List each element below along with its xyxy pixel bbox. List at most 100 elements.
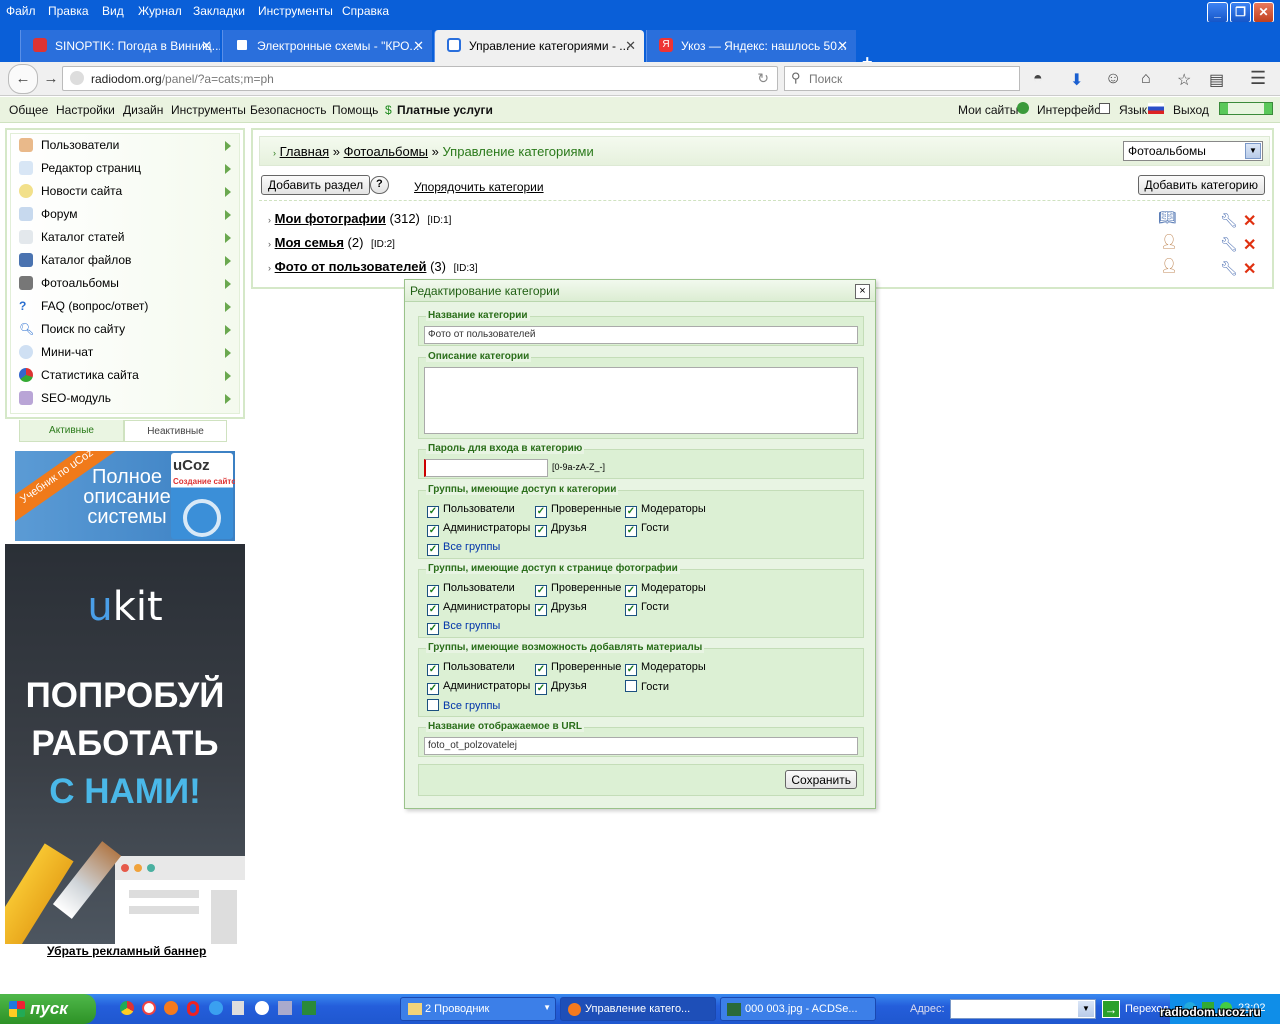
- panel-menu-tools[interactable]: Инструменты: [171, 103, 246, 117]
- menu-history[interactable]: Журнал: [138, 4, 182, 18]
- reload-icon[interactable]: ↻: [757, 70, 769, 87]
- close-tab-icon[interactable]: ✕: [201, 38, 212, 54]
- app-icon[interactable]: [278, 1001, 292, 1015]
- wrench-icon[interactable]: 🔧︎: [1220, 236, 1238, 253]
- panel-my-sites[interactable]: Мои сайты: [958, 103, 1018, 117]
- group-friends-checkbox[interactable]: ✓ Друзья: [535, 601, 587, 616]
- group-users-checkbox[interactable]: ✓ Пользователи: [427, 582, 515, 597]
- close-tab-icon[interactable]: ✕: [413, 38, 424, 54]
- close-tab-icon[interactable]: ✕: [625, 38, 636, 54]
- add-category-button[interactable]: Добавить категорию: [1137, 175, 1265, 195]
- task-acdsee[interactable]: 000 003.jpg - ACDSe...: [720, 997, 876, 1021]
- group-all-checkbox[interactable]: ✓ Все группы: [427, 541, 500, 556]
- category-name-input[interactable]: Фото от пользователей: [424, 326, 858, 344]
- tab-active-modules[interactable]: Активные: [19, 420, 124, 442]
- group-verified-checkbox[interactable]: ✓ Проверенные: [535, 503, 621, 518]
- group-guests-checkbox[interactable]: ✓ Гости: [625, 601, 669, 616]
- wrench-icon[interactable]: 🔧︎: [1220, 212, 1238, 229]
- user-access-icon[interactable]: 👤︎: [1160, 257, 1178, 274]
- back-button[interactable]: ←: [8, 64, 38, 94]
- panel-menu-help[interactable]: Помощь: [332, 103, 378, 117]
- start-button[interactable]: пуск: [0, 994, 96, 1024]
- book-icon[interactable]: 📖︎: [1158, 209, 1176, 226]
- tab-schemes[interactable]: Электронные схемы - "КРО... ✕: [222, 30, 432, 62]
- crumb-home-link[interactable]: Главная: [280, 144, 329, 159]
- menu-view[interactable]: Вид: [102, 4, 124, 18]
- media-player-icon[interactable]: [255, 1001, 269, 1015]
- group-all-checkbox[interactable]: Все группы: [427, 699, 500, 712]
- sidebar-item-news[interactable]: Новости сайта: [11, 180, 239, 203]
- group-friends-checkbox[interactable]: ✓ Друзья: [535, 522, 587, 537]
- forward-button[interactable]: →: [38, 67, 64, 93]
- panel-menu-general[interactable]: Общее: [9, 103, 48, 117]
- category-link[interactable]: Моя семья: [275, 235, 344, 250]
- tab-sinoptik[interactable]: SINOPTIK: Погода в Винниц... ✕: [20, 30, 220, 62]
- toggle-bar-icon[interactable]: [1219, 102, 1273, 115]
- close-tab-icon[interactable]: ✕: [837, 38, 848, 54]
- group-users-checkbox[interactable]: ✓ Пользователи: [427, 661, 515, 676]
- category-link[interactable]: Мои фотографии: [275, 211, 386, 226]
- group-moderators-checkbox[interactable]: ✓ Модераторы: [625, 503, 706, 518]
- delete-icon[interactable]: ✕: [1243, 211, 1256, 231]
- bookmark-star-icon[interactable]: ☆: [1177, 70, 1191, 90]
- sidebar-item-faq[interactable]: ? FAQ (вопрос/ответ): [11, 295, 239, 318]
- panel-language[interactable]: Язык: [1119, 103, 1147, 117]
- menu-help[interactable]: Справка: [342, 4, 389, 18]
- url-name-input[interactable]: foto_ot_polzovatelej: [424, 737, 858, 755]
- group-admins-checkbox[interactable]: ✓ Администраторы: [427, 601, 530, 616]
- sidebar-item-forum[interactable]: Форум: [11, 203, 239, 226]
- close-window-button[interactable]: ✕: [1253, 2, 1274, 23]
- download-icon[interactable]: ⬇: [1070, 70, 1083, 90]
- chrome-icon[interactable]: [120, 1001, 134, 1015]
- firefox-icon[interactable]: [164, 1001, 178, 1015]
- task-firefox[interactable]: Управление катего...: [560, 997, 716, 1021]
- group-all-checkbox[interactable]: ✓ Все группы: [427, 620, 500, 635]
- panel-menu-settings[interactable]: Настройки: [56, 103, 115, 117]
- address-input[interactable]: ▼: [950, 999, 1096, 1019]
- sort-categories-link[interactable]: Упорядочить категории: [414, 180, 544, 194]
- group-guests-checkbox[interactable]: Гости: [625, 680, 669, 693]
- sidebar-item-mini-chat[interactable]: Мини-чат: [11, 341, 239, 364]
- pocket-icon[interactable]: ◓: [1033, 70, 1043, 88]
- user-access-icon[interactable]: 👤︎: [1160, 233, 1178, 250]
- home-icon[interactable]: ⌂: [1141, 70, 1151, 88]
- tab-inactive-modules[interactable]: Неактивные: [124, 420, 227, 442]
- ukit-banner[interactable]: ukit ПОПРОБУЙ РАБОТАТЬ С НАМИ!: [5, 544, 245, 944]
- sidebar-item-users[interactable]: Пользователи: [11, 134, 239, 157]
- remove-banner-link[interactable]: Убрать рекламный баннер: [47, 944, 206, 958]
- ie-icon[interactable]: [209, 1001, 223, 1015]
- document-icon[interactable]: [232, 1001, 244, 1015]
- panel-interface[interactable]: Интерфейс: [1037, 103, 1100, 117]
- tab-categories[interactable]: Управление категориями - ... ✕: [434, 30, 644, 62]
- minimize-button[interactable]: _: [1207, 2, 1228, 23]
- ucoz-tutorial-banner[interactable]: Учебник по uCoz Полное описание системы …: [15, 451, 235, 541]
- menu-file[interactable]: Файл: [6, 4, 36, 18]
- app-icon[interactable]: [302, 1001, 316, 1015]
- hamburger-menu-icon[interactable]: ☰: [1250, 68, 1266, 89]
- opera-mail-icon[interactable]: [142, 1001, 156, 1015]
- url-bar[interactable]: radiodom.org/panel/?a=cats;m=ph ↻: [62, 66, 778, 91]
- group-friends-checkbox[interactable]: ✓ Друзья: [535, 680, 587, 695]
- panel-menu-security[interactable]: Безопасность: [250, 103, 327, 117]
- group-admins-checkbox[interactable]: ✓ Администраторы: [427, 680, 530, 695]
- sidebar-item-site-search[interactable]: 🔍︎ Поиск по сайту: [11, 318, 239, 341]
- sidebar-item-statistics[interactable]: Статистика сайта: [11, 364, 239, 387]
- menu-bookmarks[interactable]: Закладки: [193, 4, 245, 18]
- add-section-button[interactable]: Добавить раздел: [261, 175, 371, 195]
- group-verified-checkbox[interactable]: ✓ Проверенные: [535, 582, 621, 597]
- panel-menu-design[interactable]: Дизайн: [123, 103, 163, 117]
- panel-logout[interactable]: Выход: [1173, 103, 1209, 117]
- chat-icon[interactable]: ☺: [1105, 70, 1121, 88]
- group-verified-checkbox[interactable]: ✓ Проверенные: [535, 661, 621, 676]
- module-select[interactable]: Фотоальбомы ▼: [1123, 141, 1263, 161]
- sidebar-item-articles[interactable]: Каталог статей: [11, 226, 239, 249]
- tab-yandex[interactable]: Я Укоз — Яндекс: нашлось 50... ✕: [646, 30, 856, 62]
- save-button[interactable]: Сохранить: [785, 770, 857, 789]
- sidebar-item-photo-albums[interactable]: Фотоальбомы: [11, 272, 239, 295]
- group-moderators-checkbox[interactable]: ✓ Модераторы: [625, 661, 706, 676]
- restore-button[interactable]: ❐: [1230, 2, 1251, 23]
- wrench-icon[interactable]: 🔧︎: [1220, 260, 1238, 277]
- category-link[interactable]: Фото от пользователей: [275, 259, 427, 274]
- menu-tools[interactable]: Инструменты: [258, 4, 333, 18]
- help-button[interactable]: ?: [370, 176, 389, 194]
